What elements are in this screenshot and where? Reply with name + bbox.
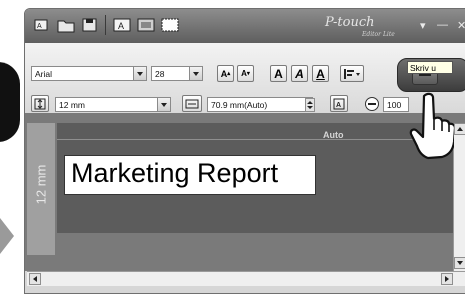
zoom-value: 100: [387, 100, 402, 110]
text-icon[interactable]: A: [113, 17, 131, 33]
tape-width-ruler: 12 mm: [27, 123, 55, 255]
tape-width-icon: [34, 98, 46, 109]
horizontal-scrollbar[interactable]: [27, 271, 465, 286]
ruler-label: 12 mm: [33, 164, 49, 205]
font-size-value: 28: [155, 69, 165, 79]
open-folder-icon[interactable]: [57, 17, 75, 33]
hand-pointer-icon: [409, 92, 454, 160]
align-button[interactable]: [340, 65, 364, 82]
zoom-out-icon: [368, 103, 376, 105]
adjust-length-button[interactable]: A: [330, 95, 348, 112]
underline-button[interactable]: A: [312, 65, 329, 82]
adjust-icon: A: [333, 98, 345, 109]
tape-width-value: 12 mm: [59, 100, 85, 110]
svg-text:A: A: [37, 23, 42, 30]
app-window: A A P-touch Editor Lite ▾ — ✕ Arial 2: [24, 8, 465, 294]
chevron-down-icon[interactable]: [133, 67, 146, 80]
new-label-icon[interactable]: A: [33, 17, 51, 33]
tape-length-icon: [185, 99, 199, 108]
label-text: Marketing Report: [71, 158, 279, 188]
tape-width-select[interactable]: 12 mm: [55, 97, 171, 112]
brand-logo: P-touch: [325, 15, 375, 30]
chevron-down-icon[interactable]: [157, 98, 170, 111]
zoom-out-button[interactable]: [365, 97, 379, 111]
svg-text:A: A: [118, 21, 124, 31]
menu-dropdown-button[interactable]: ▾: [420, 19, 426, 32]
spinner-icon: [307, 101, 313, 109]
chevron-down-icon[interactable]: [189, 67, 202, 80]
shrink-font-button[interactable]: A ▾: [237, 65, 254, 82]
auto-length-label: Auto: [323, 130, 344, 140]
step-number-marker: [0, 62, 20, 142]
scroll-left-icon[interactable]: [29, 273, 41, 285]
tape-length-value: 70.9 mm(Auto): [211, 100, 268, 110]
scroll-right-icon[interactable]: [441, 273, 453, 285]
vertical-scrollbar[interactable]: [453, 123, 465, 271]
tape-length-field[interactable]: 70.9 mm(Auto): [207, 97, 313, 112]
format-toolbar: Arial 28 A ▴ A ▾ A A A 12 mm 70.9 mm(Auto): [25, 43, 465, 114]
font-name-select[interactable]: Arial: [31, 66, 147, 81]
italic-button[interactable]: A: [291, 65, 308, 82]
font-size-select[interactable]: 28: [151, 66, 203, 81]
align-icon: [344, 68, 360, 79]
bold-button[interactable]: A: [270, 65, 287, 82]
scroll-up-icon[interactable]: [454, 123, 465, 135]
brand-subtitle: Editor Lite: [362, 31, 395, 38]
save-icon[interactable]: [81, 17, 99, 33]
close-button[interactable]: ✕: [457, 19, 465, 32]
step-arrow: [0, 218, 14, 254]
scroll-down-icon[interactable]: [454, 257, 465, 269]
image-icon[interactable]: [161, 17, 179, 33]
frame-icon[interactable]: [137, 17, 155, 33]
grow-font-button[interactable]: A ▴: [217, 65, 234, 82]
tape-width-button[interactable]: [31, 95, 49, 112]
tape-length-button[interactable]: [182, 95, 202, 112]
svg-text:A: A: [336, 102, 341, 109]
length-spinner[interactable]: [305, 98, 315, 112]
tape-guide-line: [57, 139, 465, 140]
print-tooltip: Skriv u: [407, 61, 453, 74]
title-bar: A A P-touch Editor Lite ▾ — ✕: [25, 9, 465, 43]
font-name-value: Arial: [35, 69, 53, 79]
toolbar-separator: [105, 15, 106, 35]
label-text-box[interactable]: Marketing Report: [64, 155, 316, 195]
minimize-button[interactable]: —: [437, 19, 448, 31]
